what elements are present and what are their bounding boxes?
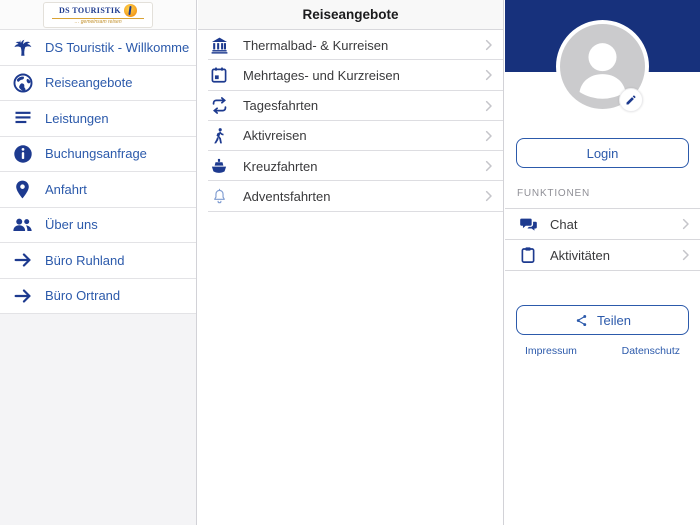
sidebar-item-label: Leistungen (45, 110, 109, 126)
chevron-right-icon (481, 38, 496, 53)
walking-icon (208, 127, 230, 145)
sun-palm-icon (124, 4, 138, 17)
arrow-right-icon (9, 285, 36, 307)
menu-item-label: Tagesfahrten (243, 98, 319, 114)
sidebar-item-label: Anfahrt (45, 181, 87, 197)
arrow-right-icon (9, 249, 36, 271)
pencil-icon (626, 95, 636, 105)
clipboard-icon (517, 246, 539, 264)
list-icon (9, 108, 36, 128)
sidebar-item-label: Büro Ruhland (45, 252, 125, 268)
menu-item-label: Kreuzfahrten (243, 158, 318, 174)
menu-item-label: Mehrtages- und Kurzreisen (243, 67, 400, 83)
bell-icon (208, 188, 230, 205)
calendar-icon (208, 66, 230, 84)
impressum-link[interactable]: Impressum (525, 345, 577, 357)
chevron-right-icon (481, 159, 496, 174)
profile-panel: Login FUNKTIONEN Chat Aktivitäten Teilen… (505, 0, 700, 525)
chat-icon (517, 215, 539, 234)
sidebar-item-anfahrt[interactable]: Anfahrt (0, 172, 196, 208)
sidebar-item-label: Büro Ortrand (45, 288, 121, 304)
login-button[interactable]: Login (516, 138, 689, 168)
functions-section-label: FUNKTIONEN (517, 188, 590, 199)
menu-item-tagesfahrten[interactable]: Tagesfahrten (198, 90, 503, 122)
chevron-right-icon (481, 128, 496, 143)
menu-item-label: Aktivreisen (243, 128, 307, 144)
function-item-label: Aktivitäten (550, 247, 610, 263)
sidebar-item-ueber-uns[interactable]: Über uns (0, 207, 196, 243)
function-item-aktivitaeten[interactable]: Aktivitäten (505, 240, 700, 271)
menu-item-aktivreisen[interactable]: Aktivreisen (198, 120, 503, 152)
sidebar-header: DS TOURISTIK … gemeinsam reisen (0, 0, 196, 30)
palm-tree-icon (9, 35, 36, 59)
info-icon (9, 143, 36, 165)
share-button[interactable]: Teilen (516, 305, 689, 335)
sidebar-item-label: Über uns (45, 217, 98, 233)
content-header: Reiseangebote (198, 0, 503, 30)
function-item-label: Chat (550, 216, 578, 232)
datenschutz-link[interactable]: Datenschutz (622, 345, 680, 357)
functions-list: Chat Aktivitäten (505, 208, 700, 271)
share-icon (576, 314, 587, 326)
chevron-right-icon (678, 248, 693, 263)
sidebar: DS TOURISTIK … gemeinsam reisen DS Touri… (0, 0, 197, 525)
sidebar-item-leistungen[interactable]: Leistungen (0, 101, 196, 137)
menu-item-label: Thermalbad- & Kurreisen (243, 37, 389, 53)
logo-tagline: … gemeinsam reisen (74, 19, 122, 25)
people-icon (9, 213, 36, 236)
museum-icon (208, 36, 230, 55)
globe-icon (9, 72, 36, 94)
logo-brand-text: DS TOURISTIK (58, 6, 122, 15)
menu-item-kreuzfahrten[interactable]: Kreuzfahrten (198, 151, 503, 182)
sidebar-item-label: Reiseangebote (45, 75, 133, 91)
content-panel: Reiseangebote Thermalbad- & Kurreisen Me… (198, 0, 504, 525)
sidebar-item-label: DS Touristik - Willkommen (45, 39, 190, 55)
login-button-label: Login (586, 145, 619, 161)
repeat-icon (208, 96, 230, 115)
function-item-chat[interactable]: Chat (505, 209, 700, 240)
sidebar-item-buero-ruhland[interactable]: Büro Ruhland (0, 243, 196, 279)
sidebar-item-reiseangebote[interactable]: Reiseangebote (0, 65, 196, 101)
sidebar-list: DS Touristik - Willkommen Reiseangebote … (0, 30, 196, 314)
menu-item-thermalbad-kurreisen[interactable]: Thermalbad- & Kurreisen (198, 30, 503, 61)
share-button-label: Teilen (597, 312, 631, 328)
edit-profile-button[interactable] (619, 88, 643, 112)
page-title: Reiseangebote (302, 7, 399, 22)
sidebar-item-label: Buchungsanfrage (45, 146, 147, 162)
app-window: DS TOURISTIK … gemeinsam reisen DS Touri… (0, 0, 700, 525)
sidebar-item-willkommen[interactable]: DS Touristik - Willkommen (0, 30, 196, 66)
map-pin-icon (9, 179, 36, 200)
chevron-right-icon (481, 68, 496, 83)
chevron-right-icon (481, 189, 496, 204)
menu-item-adventsfahrten[interactable]: Adventsfahrten (198, 181, 503, 212)
ship-icon (208, 156, 230, 176)
sidebar-item-buchungsanfrage[interactable]: Buchungsanfrage (0, 136, 196, 172)
menu-item-mehrtages-kurzreisen[interactable]: Mehrtages- und Kurzreisen (198, 60, 503, 91)
app-logo: DS TOURISTIK … gemeinsam reisen (43, 1, 153, 28)
chevron-right-icon (678, 217, 693, 232)
sidebar-item-buero-ortrand[interactable]: Büro Ortrand (0, 278, 196, 314)
menu-item-label: Adventsfahrten (243, 188, 331, 204)
chevron-right-icon (481, 98, 496, 113)
